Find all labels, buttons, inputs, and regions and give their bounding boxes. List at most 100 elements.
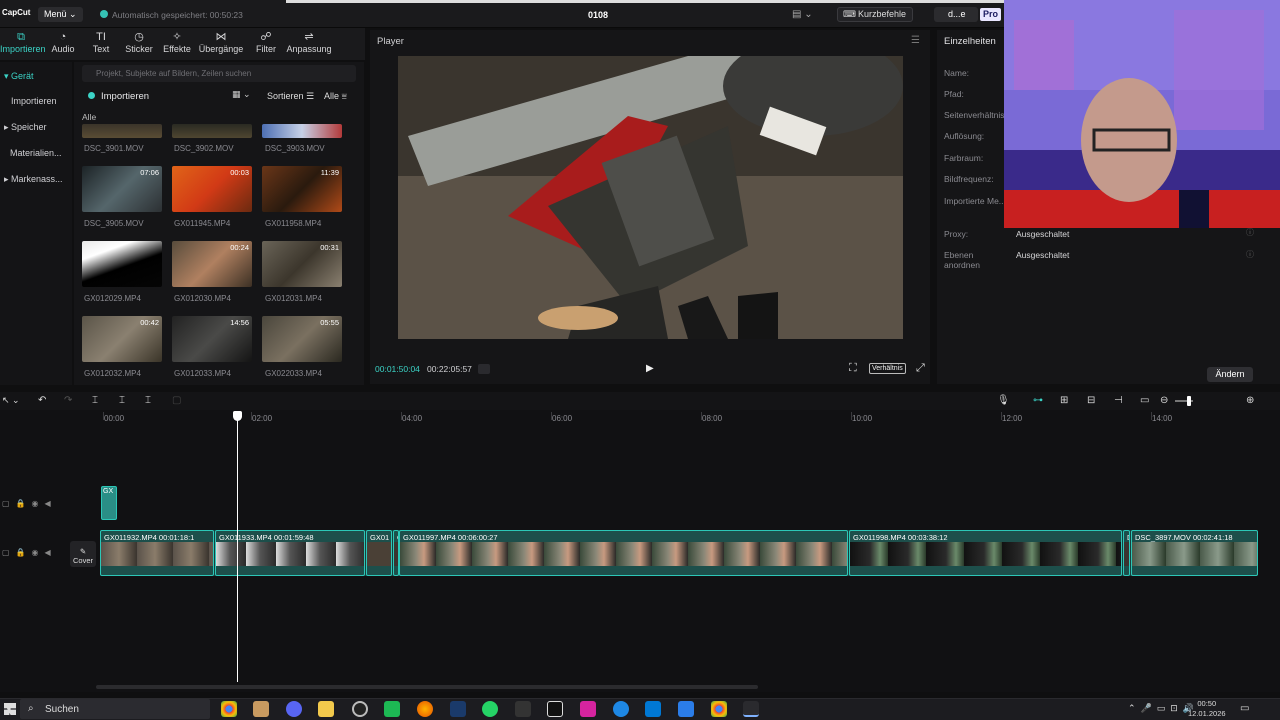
fit-screen-icon[interactable]: ⛶ (849, 362, 857, 375)
notification-icon[interactable]: ▭ (1240, 703, 1249, 714)
discord-icon[interactable] (286, 701, 302, 717)
media-name: DSC_3905.MOV (84, 219, 144, 228)
overlay-clip[interactable]: GX (101, 486, 117, 520)
timeline-clip[interactable]: GX011932.MP4 00:01:18:1 (100, 530, 214, 576)
link-icon[interactable]: ⊞ (1060, 395, 1068, 406)
zoom-slider-handle[interactable] (1187, 396, 1191, 406)
media-name: DSC_3903.MOV (265, 144, 325, 153)
project-title[interactable]: 0108 (588, 10, 608, 20)
layout-icon[interactable]: ▤ ⌄ (792, 9, 814, 20)
media-thumb[interactable]: 07:06 (82, 166, 162, 212)
sidebar-item-storage[interactable]: ▸ Speicher (4, 122, 47, 133)
media-thumb[interactable]: 14:56 (172, 316, 252, 362)
chrome-icon[interactable] (221, 701, 237, 717)
timeline-clip[interactable]: GX011998.MP4 00:03:38:12 (849, 530, 1122, 576)
sidebar-item-import[interactable]: Importieren (11, 96, 57, 106)
timeline-scrollbar[interactable] (96, 685, 758, 689)
sidebar-item-brand-assets[interactable]: ▸ Markenass... (4, 174, 63, 185)
sidebar-item-materials[interactable]: Materialien... (10, 148, 62, 158)
playhead[interactable] (237, 412, 238, 682)
split-icon[interactable]: ⌶ (92, 395, 98, 406)
app-icon[interactable] (580, 701, 596, 717)
play-button[interactable]: ▶ (646, 363, 654, 374)
tool-audio[interactable]: ◔ Audio (48, 30, 78, 54)
media-thumb[interactable] (262, 124, 342, 138)
pro-badge[interactable]: Pro (980, 8, 1002, 21)
import-button[interactable]: Importieren (101, 91, 149, 102)
caption-icon[interactable]: ▭ (1140, 395, 1149, 406)
details-title: Einzelheiten (944, 36, 996, 47)
timeline-clip[interactable]: GX011997.MP4 00:06:00:27 (399, 530, 848, 576)
tool-transitions[interactable]: ⋈ Übergänge (198, 30, 244, 54)
capcut-icon[interactable] (743, 701, 759, 717)
zoom-out-icon[interactable]: ⊖ (1160, 395, 1168, 406)
undo-icon[interactable]: ↶ (38, 395, 46, 406)
firefox-icon[interactable] (417, 701, 433, 717)
change-button[interactable]: Ändern (1207, 367, 1253, 382)
taskbar-clock[interactable]: 00:50 12.01.2026 (1188, 699, 1226, 719)
tool-text[interactable]: TI Text (88, 30, 114, 54)
filter-all-button[interactable]: Alle ⩸ (320, 89, 351, 104)
user-button[interactable]: d...e (934, 7, 978, 22)
delete-icon[interactable]: ▢ (172, 395, 181, 406)
media-thumb[interactable] (172, 124, 252, 138)
tool-sticker[interactable]: ◷ Sticker (124, 30, 154, 54)
tool-import[interactable]: ⧉ Importieren (0, 30, 46, 54)
media-thumb[interactable]: 00:24 (172, 241, 252, 287)
steam-icon[interactable] (450, 701, 466, 717)
media-thumb[interactable]: 11:39 (262, 166, 342, 212)
magnet-icon[interactable]: ⊶ (1033, 395, 1043, 406)
redo-icon[interactable]: ↷ (64, 395, 72, 406)
capcut-icon[interactable] (547, 701, 563, 717)
preview-axis-icon[interactable]: ⊟ (1087, 395, 1095, 406)
timeline-clip[interactable]: GX01 (366, 530, 392, 576)
app-icon[interactable] (384, 701, 400, 717)
sidebar-item-device[interactable]: ▾ Gerät (4, 71, 34, 82)
track-controls[interactable]: ▢🔒◉◀ (2, 548, 57, 557)
obs-icon[interactable] (352, 701, 368, 717)
tool-filter[interactable]: ☍ Filter (254, 30, 278, 54)
media-thumb[interactable]: 00:03 (172, 166, 252, 212)
timeline-clip[interactable]: D (1123, 530, 1130, 576)
whatsapp-icon[interactable] (482, 701, 498, 717)
cover-button[interactable]: ✎ Cover (70, 541, 96, 567)
sort-button[interactable]: Sortieren ☰ (263, 89, 318, 104)
tool-adjust[interactable]: ⇌ Anpassung (286, 30, 332, 54)
app-icon[interactable] (678, 701, 694, 717)
info-icon[interactable]: ⓘ (1246, 227, 1254, 238)
fullscreen-icon[interactable]: ⤢ (916, 362, 925, 375)
trim-right-icon[interactable]: ⌶ (145, 395, 151, 406)
trim-left-icon[interactable]: ⌶ (119, 395, 125, 406)
tool-effects[interactable]: ✧ Effekte (162, 30, 192, 54)
folder-icon[interactable] (318, 701, 334, 717)
media-thumb[interactable]: 05:55 (262, 316, 342, 362)
chrome-icon[interactable] (711, 701, 727, 717)
app-icon[interactable] (253, 701, 269, 717)
ruler-label: 04:00 (402, 414, 423, 423)
shortcuts-button[interactable]: ⌨ Kurzbefehle (837, 7, 914, 22)
menu-icon[interactable]: ☰ (911, 35, 920, 46)
video-preview[interactable] (398, 56, 903, 339)
media-search-input[interactable]: Projekt, Subjekte auf Bildern, Zeilen su… (82, 65, 356, 82)
player-title: Player (377, 36, 404, 47)
grid-view-icon[interactable]: ▦ ⌄ (232, 89, 251, 100)
timeline-clip[interactable]: DSC_3897.MOV 00:02:41:18 (1131, 530, 1258, 576)
snap-icon[interactable]: ⊣ (1114, 395, 1123, 406)
menu-button[interactable]: Menü ⌄ (38, 7, 83, 22)
media-thumb[interactable] (82, 241, 162, 287)
clip-label: GX011933.MP4 00:01:59:48 (219, 533, 314, 542)
info-icon[interactable]: ⓘ (1246, 249, 1254, 260)
select-tool-icon[interactable]: ↖ ⌄ (2, 395, 20, 406)
timecode-settings-icon[interactable] (478, 364, 490, 374)
app-icon[interactable] (645, 701, 661, 717)
media-thumb[interactable] (82, 124, 162, 138)
media-thumb[interactable]: 00:42 (82, 316, 162, 362)
microphone-icon[interactable]: 🎙 (997, 395, 1010, 406)
zoom-fit-icon[interactable]: ⊕ (1246, 395, 1254, 406)
ratio-button[interactable]: Verhältnis (869, 363, 906, 374)
track-controls[interactable]: ▢🔒◉◀ (2, 499, 57, 508)
app-icon[interactable] (613, 701, 629, 717)
playhead-handle[interactable] (233, 411, 242, 421)
epic-icon[interactable] (515, 701, 531, 717)
media-thumb[interactable]: 00:31 (262, 241, 342, 287)
